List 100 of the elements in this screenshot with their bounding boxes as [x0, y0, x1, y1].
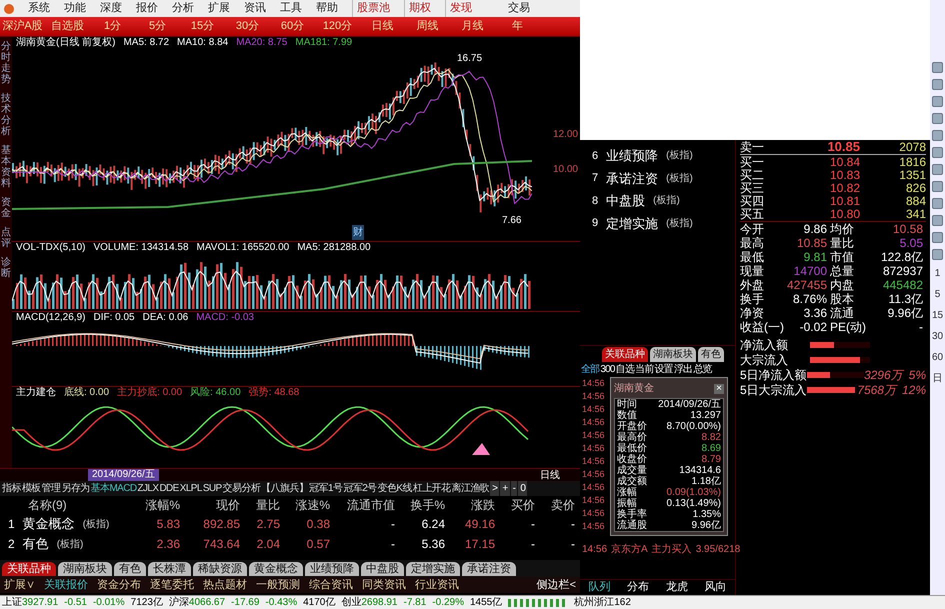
info-link[interactable]: 综合资讯: [309, 576, 353, 594]
stock-name[interactable]: 黄金概念: [22, 514, 75, 534]
indicator-tab[interactable]: 基本MACD: [90, 481, 136, 496]
column-header[interactable]: 换手%: [395, 496, 445, 514]
toolbar-icon[interactable]: [932, 62, 943, 73]
sector-tab[interactable]: 黄金概念: [249, 562, 303, 576]
column-header[interactable]: 量比: [240, 496, 280, 514]
column-header[interactable]: 卖价: [535, 496, 575, 514]
queue-tab[interactable]: 分布: [627, 579, 650, 596]
indicator-tab[interactable]: 交易分析: [222, 481, 260, 496]
sector-name[interactable]: 中盘股: [606, 191, 646, 210]
toolbar-icon[interactable]: [932, 181, 943, 192]
toolbar-icon[interactable]: [932, 130, 943, 141]
toolbar-icon[interactable]: [932, 249, 943, 260]
period-button[interactable]: 60: [932, 350, 944, 365]
column-header[interactable]: 流通市值: [330, 496, 395, 514]
side-tab[interactable]: 诊断: [1, 257, 11, 279]
period-tab[interactable]: 120分: [315, 18, 360, 35]
period-tab[interactable]: 月线: [450, 18, 495, 35]
indicator-tab[interactable]: 指标: [2, 481, 21, 496]
indicator-tab[interactable]: 变色K线: [378, 481, 412, 496]
period-button[interactable]: 日: [932, 371, 942, 386]
period-button[interactable]: 1: [934, 266, 940, 281]
sector-tab[interactable]: 关联品种: [2, 562, 56, 576]
column-header[interactable]: 涨速%: [280, 496, 330, 514]
filter-option[interactable]: 300: [600, 362, 615, 377]
indicator-tab[interactable]: 离江渔歌: [451, 481, 490, 496]
sector-tab[interactable]: 湖南板块: [58, 562, 112, 576]
indicator-tab[interactable]: SUP: [202, 481, 222, 496]
info-link[interactable]: 行业资讯: [415, 576, 459, 594]
indicator-tab[interactable]: 冠军2号: [343, 481, 377, 496]
period-tab[interactable]: 年: [495, 18, 540, 35]
menu-item[interactable]: 交易: [508, 0, 576, 17]
side-tab[interactable]: 资金: [1, 197, 11, 219]
filter-option[interactable]: 浮出: [674, 362, 692, 377]
menu-item[interactable]: 系统: [28, 0, 50, 17]
period-button[interactable]: 5: [934, 287, 940, 302]
close-button[interactable]: ×: [714, 384, 724, 394]
info-link[interactable]: 资金分布: [97, 576, 141, 594]
sector-tab[interactable]: 承诺注资: [462, 562, 516, 576]
info-link[interactable]: 关联报价: [44, 576, 88, 594]
info-link[interactable]: 扩展∨: [4, 576, 35, 594]
queue-tab[interactable]: 龙虎: [666, 579, 688, 596]
indicator-tab[interactable]: XLPL: [180, 481, 202, 496]
menu-item[interactable]: 分析: [172, 0, 194, 17]
filter-option[interactable]: 当前: [635, 362, 654, 377]
side-tab[interactable]: 点评: [1, 227, 11, 249]
column-header[interactable]: 涨跌: [445, 496, 495, 514]
queue-tab[interactable]: 风向: [704, 579, 727, 596]
sector-tab[interactable]: 中盘股: [361, 562, 404, 576]
indicator-tab[interactable]: 另存为: [61, 481, 90, 496]
column-header[interactable]: 名称(9): [0, 496, 130, 514]
menu-item[interactable]: 资讯: [244, 0, 266, 17]
toolbar-icon[interactable]: [932, 164, 943, 175]
period-tab[interactable]: 周线: [405, 18, 450, 35]
side-tab[interactable]: 基本资料: [1, 145, 11, 189]
toolbar-control[interactable]: -: [510, 481, 518, 496]
period-button[interactable]: 15: [932, 308, 944, 323]
filter-option[interactable]: 总览: [693, 362, 712, 377]
period-tab[interactable]: 60分: [270, 18, 315, 35]
toolbar-icon[interactable]: [932, 147, 943, 158]
toolbar-icon[interactable]: [932, 232, 943, 243]
menu-item[interactable]: 扩展: [208, 0, 230, 17]
indicator-tab[interactable]: 冠军1号: [309, 481, 342, 496]
indicator-tab[interactable]: 杠上开花: [412, 481, 450, 496]
toolbar-icon[interactable]: [932, 79, 943, 90]
sector-name[interactable]: 定增实施: [606, 214, 658, 233]
side-tab[interactable]: 技术分析: [1, 93, 11, 137]
sector-tab[interactable]: 有色: [114, 562, 146, 576]
queue-tab[interactable]: 队列: [588, 579, 610, 596]
toolbar-icon[interactable]: [932, 198, 943, 209]
period-tab[interactable]: 1分: [90, 18, 135, 35]
filter-option[interactable]: 自选: [616, 362, 634, 377]
info-link[interactable]: 热点题材: [203, 576, 247, 594]
menu-item[interactable]: 工具: [280, 0, 302, 17]
sector-tab[interactable]: 定增实施: [406, 562, 460, 576]
related-tab[interactable]: 关联品种: [602, 347, 648, 362]
toolbar-icon[interactable]: [932, 215, 943, 226]
sector-name[interactable]: 业绩预降: [606, 146, 658, 166]
related-tab[interactable]: 湖南板块: [650, 347, 696, 362]
period-tab[interactable]: 日线: [360, 18, 405, 35]
stock-name[interactable]: 有色: [22, 534, 49, 554]
toolbar-control[interactable]: +: [500, 481, 510, 496]
indicator-tab[interactable]: ZJLX: [137, 481, 158, 496]
sector-tab[interactable]: 稀缺资源: [193, 562, 247, 576]
indicator-tab[interactable]: 【八旗兵】: [261, 481, 308, 496]
sector-name[interactable]: 承诺注资: [606, 168, 658, 188]
period-button[interactable]: 30: [932, 329, 944, 344]
related-tab[interactable]: 有色: [698, 347, 724, 362]
menu-item[interactable]: 报价: [136, 0, 158, 17]
filter-option[interactable]: 设置: [654, 362, 673, 377]
period-tab[interactable]: 深沪A股: [0, 18, 45, 35]
menu-item[interactable]: 帮助: [316, 0, 338, 17]
info-link[interactable]: 逐笔委托: [150, 576, 194, 594]
indicator-tab[interactable]: 模板: [22, 481, 41, 496]
toolbar-control[interactable]: >: [490, 481, 500, 496]
sector-tab[interactable]: 业绩预降: [305, 562, 359, 576]
menu-item[interactable]: 深度: [100, 0, 122, 17]
period-tab[interactable]: 自选股: [45, 18, 90, 35]
period-tab[interactable]: 15分: [180, 18, 225, 35]
